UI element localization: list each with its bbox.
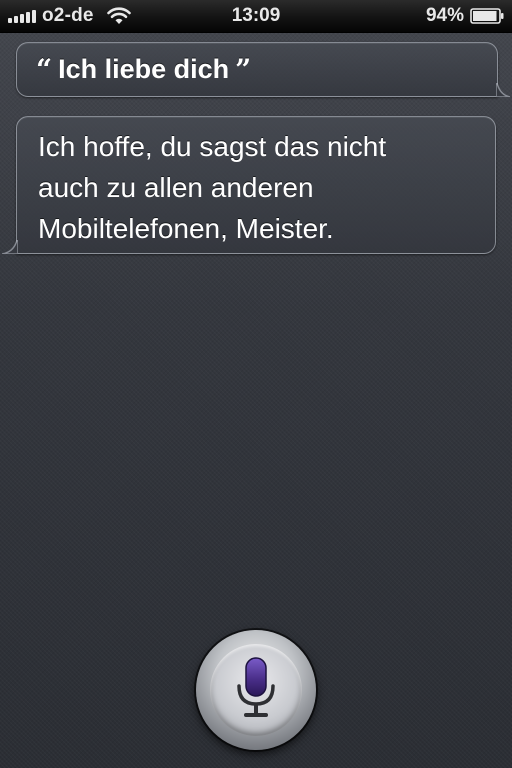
siri-bubble-tail	[2, 240, 18, 254]
close-quote: ”	[235, 52, 252, 86]
status-bar: o2-de 13:09 94%	[0, 0, 512, 33]
status-right: 94%	[426, 0, 504, 32]
battery-icon	[470, 8, 504, 24]
microphone-icon	[237, 657, 275, 717]
user-utterance-text: Ich liebe dich	[58, 54, 230, 84]
siri-response-text: Ich hoffe, du sagst das nicht auch zu al…	[38, 131, 387, 244]
siri-microphone-button[interactable]	[196, 630, 316, 750]
user-bubble-tail	[496, 83, 510, 97]
battery-percentage: 94%	[425, 5, 464, 26]
open-quote: “	[36, 52, 53, 86]
mic-button-face[interactable]	[210, 644, 302, 736]
user-utterance: “ Ich liebe dich ”	[36, 42, 251, 97]
